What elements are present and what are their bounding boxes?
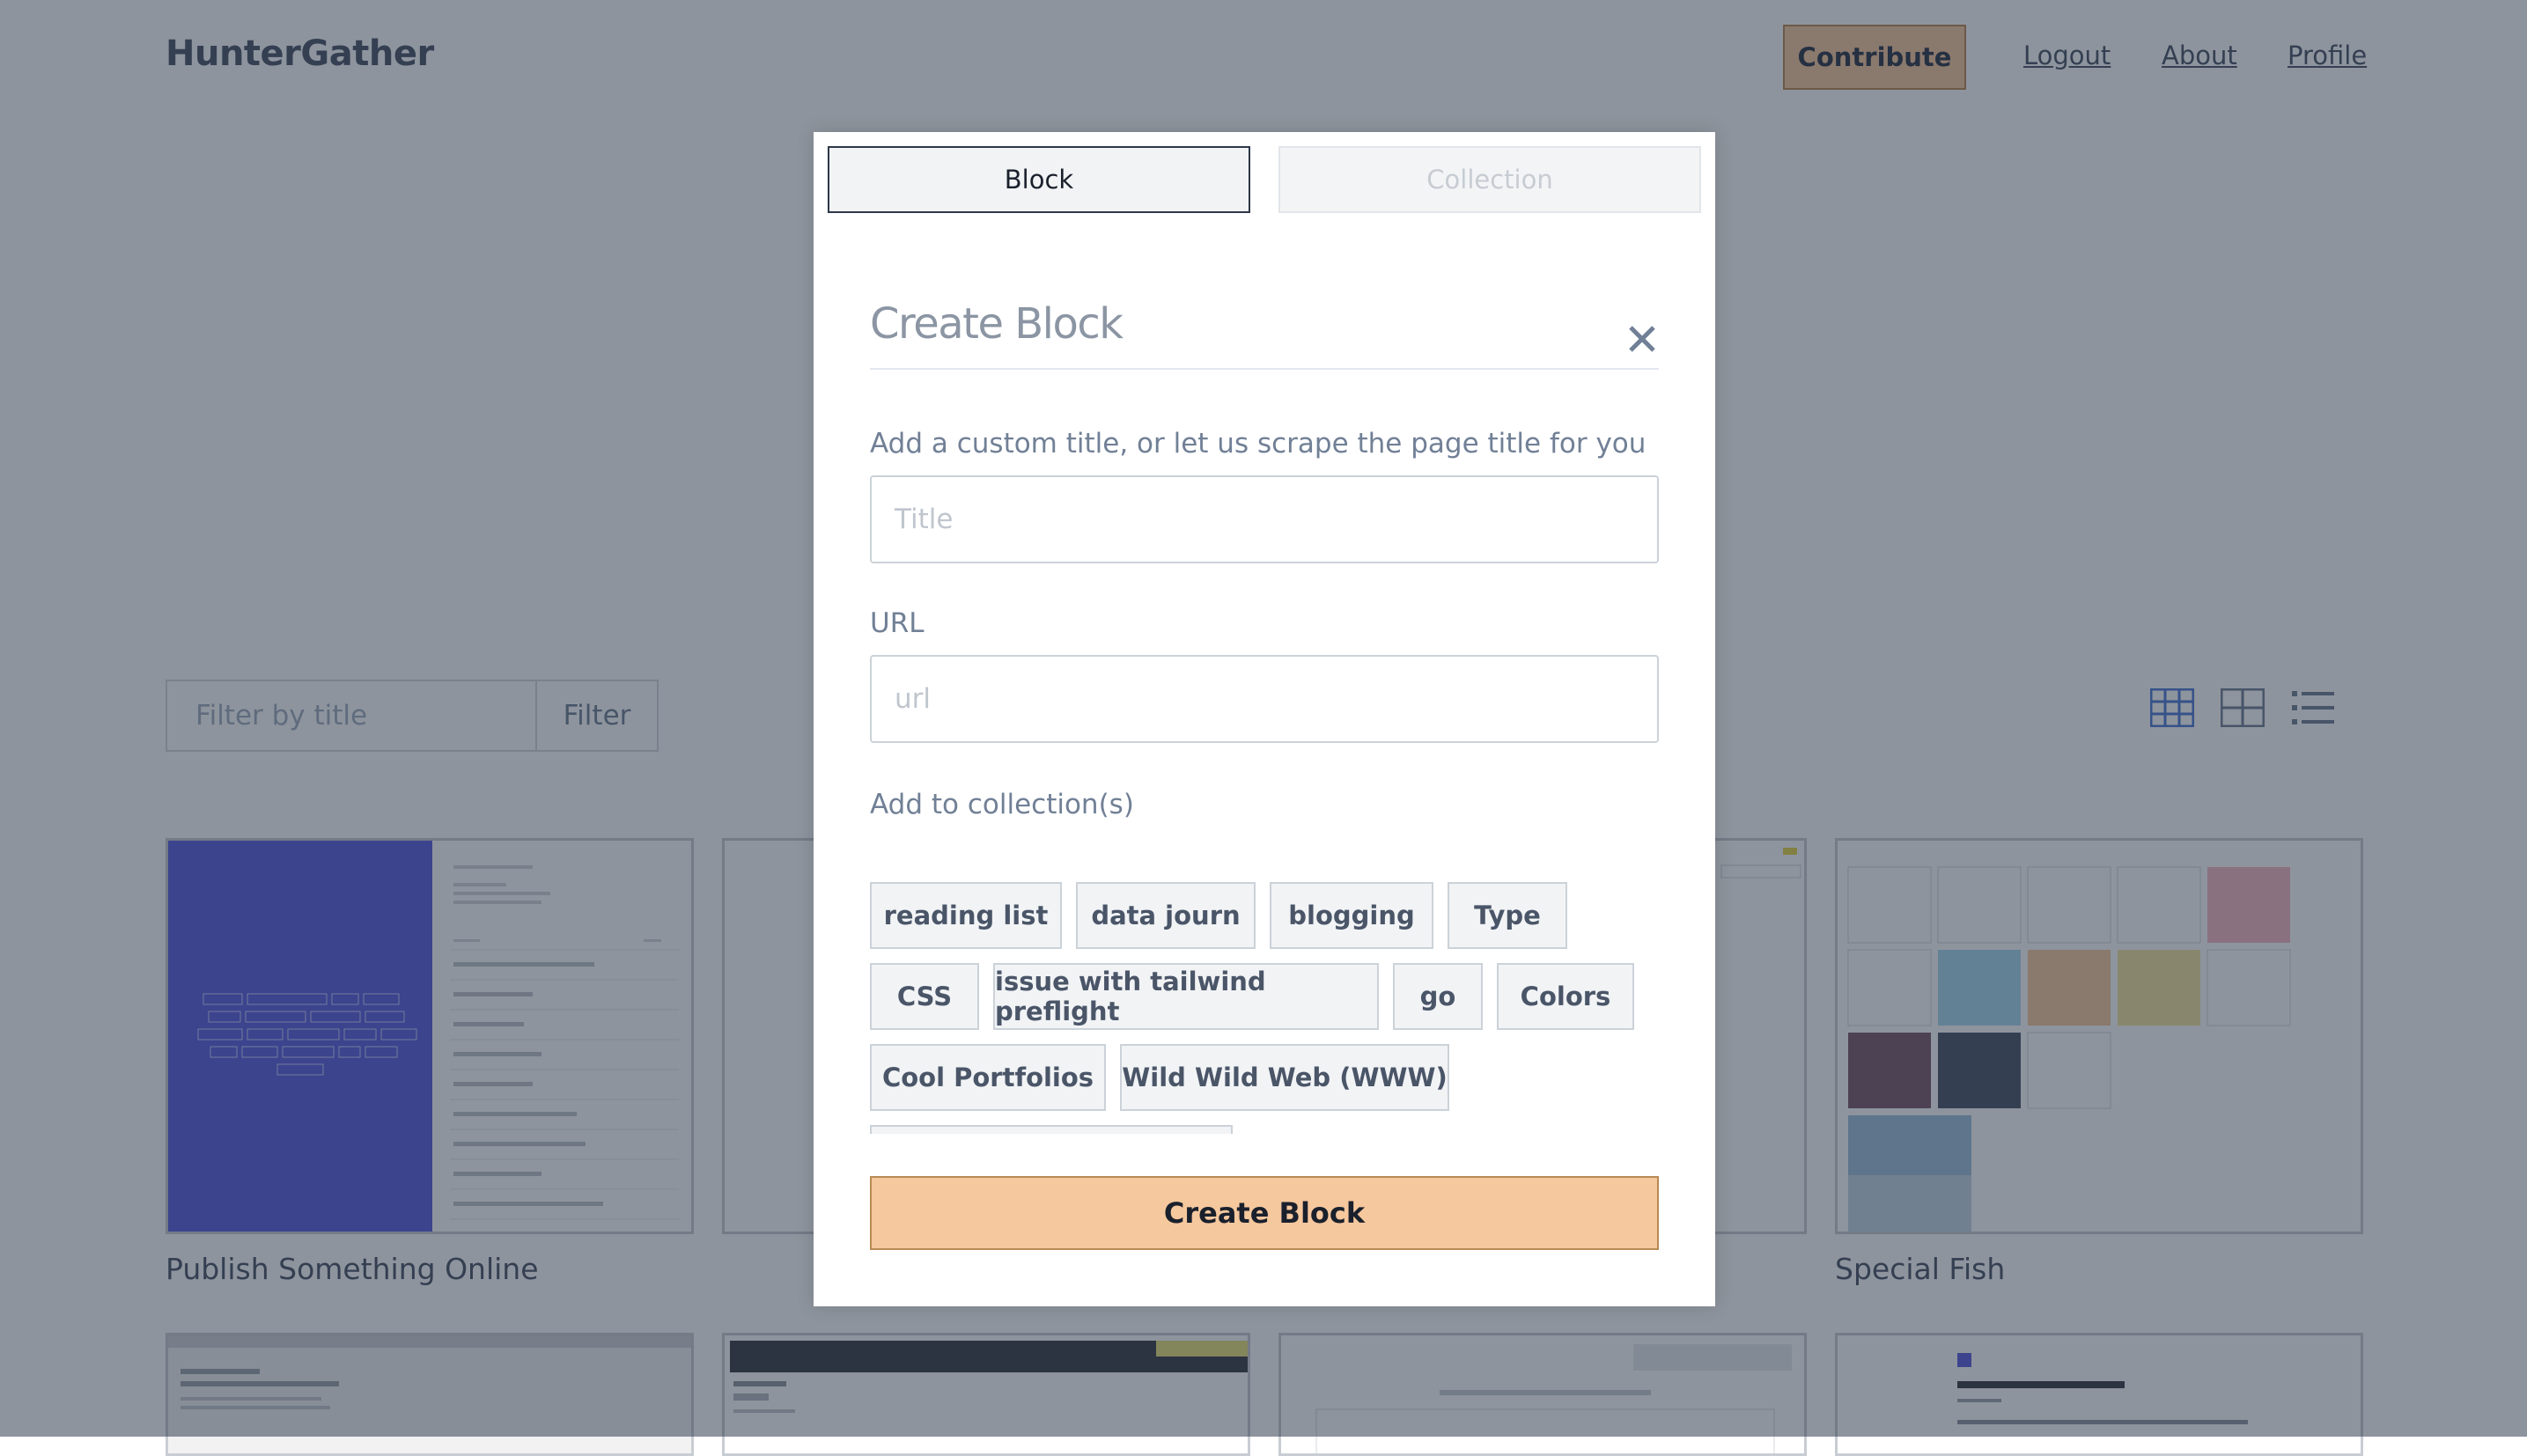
collection-tag[interactable]: reading list (870, 882, 1062, 949)
collection-tag[interactable]: data journ (1076, 882, 1256, 949)
title-hint-label: Add a custom title, or let us scrape the… (870, 428, 1647, 460)
page: HunterGather Contribute Logout About Pro… (0, 0, 2527, 1456)
tab-block[interactable]: Block (828, 146, 1250, 213)
create-block-button[interactable]: Create Block (870, 1176, 1659, 1250)
url-label: URL (870, 607, 925, 639)
collection-tag[interactable]: Cool Portfolios (870, 1044, 1106, 1111)
url-input[interactable]: url (870, 655, 1659, 743)
tab-collection[interactable]: Collection (1278, 146, 1701, 213)
close-icon[interactable] (1627, 324, 1657, 357)
modal-title: Create Block (870, 299, 1124, 349)
collection-tag[interactable]: issue with tailwind preflight (993, 963, 1379, 1030)
collection-tag[interactable]: Type (1448, 882, 1567, 949)
collection-tag[interactable]: blogging (1270, 882, 1433, 949)
create-block-modal: Block Collection Create Block Add a cust… (814, 132, 1715, 1306)
collections-label: Add to collection(s) (870, 789, 1134, 820)
title-input[interactable]: Title (870, 475, 1659, 563)
collection-tag[interactable]: Wild Wild Web (WWW) (1120, 1044, 1449, 1111)
collection-tag[interactable]: CSS (870, 963, 979, 1030)
collection-tag[interactable]: Colors (1497, 963, 1634, 1030)
collection-tag[interactable] (870, 1125, 1233, 1134)
title-divider (870, 368, 1659, 370)
collection-tag[interactable]: go (1393, 963, 1483, 1030)
